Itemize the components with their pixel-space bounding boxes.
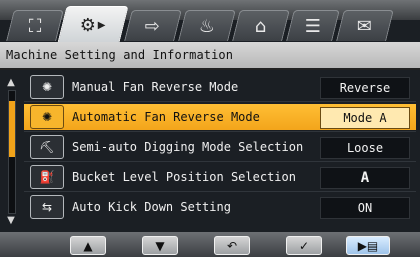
list-item-auto-fan[interactable]: ✺ Automatic Fan Reverse Mode Mode A (24, 104, 416, 130)
machine-icon: ⌂ (255, 15, 267, 37)
scroll-thumb[interactable] (9, 101, 15, 157)
list-item-label: Automatic Fan Reverse Mode (72, 110, 260, 124)
divider (24, 161, 416, 162)
kick-down-icon: ⇆ (30, 195, 64, 219)
tab-machine[interactable]: ⌂ (232, 10, 290, 41)
leaf-icon: ⛶ (28, 15, 42, 37)
up-icon: ▲ (83, 238, 93, 253)
bucket-level-icon: ⛽ (30, 165, 64, 189)
list-item-manual-fan[interactable]: ✺ Manual Fan Reverse Mode Reverse (24, 74, 416, 100)
list-item-label: Bucket Level Position Selection (72, 170, 296, 184)
down-button[interactable]: ▼ (142, 236, 178, 255)
settings-icon: ⚙ (79, 14, 97, 36)
divider (24, 101, 416, 102)
scroll-track[interactable] (8, 90, 16, 214)
back-icon: ↶ (226, 238, 238, 253)
list-item-value: ON (320, 197, 410, 219)
list-item-value: Mode A (320, 107, 410, 129)
next-icon: ▶▤ (357, 238, 379, 253)
check-icon: ✓ (298, 238, 310, 253)
machine-setting-screen: ⛶ ⚙ ▶ ⇨ ♨ ⌂ ☰ ✉ Machine Setting and Info… (0, 0, 420, 257)
list-icon: ☰ (304, 15, 321, 37)
next-screen-button[interactable]: ▶▤ (346, 236, 390, 255)
list-item-value: A (320, 167, 410, 189)
tab-leaf[interactable]: ⛶ (6, 10, 64, 41)
confirm-button[interactable]: ✓ (286, 236, 322, 255)
list-item-label: Auto Kick Down Setting (72, 200, 231, 214)
auto-fan-icon: ✺ (30, 105, 64, 129)
divider (24, 131, 416, 132)
scroll-down-icon[interactable]: ▼ (4, 214, 18, 226)
arrow-icon: ⇨ (145, 15, 161, 37)
header-bar: Machine Setting and Information (0, 42, 420, 70)
settings-list: ✺ Manual Fan Reverse Mode Reverse ✺ Auto… (24, 72, 416, 232)
heater-icon: ♨ (198, 15, 215, 37)
page-title: Machine Setting and Information (6, 48, 234, 62)
back-button[interactable]: ↶ (214, 236, 250, 255)
down-icon: ▼ (155, 238, 165, 253)
tab-arrow[interactable]: ⇨ (124, 10, 182, 41)
divider (24, 191, 416, 192)
up-button[interactable]: ▲ (70, 236, 106, 255)
tab-list[interactable]: ☰ (286, 10, 340, 41)
digging-icon: ⛏ (30, 135, 64, 159)
scrollbar[interactable]: ▲ ▼ (4, 76, 18, 226)
list-item-value: Reverse (320, 77, 410, 99)
scroll-up-icon[interactable]: ▲ (4, 76, 18, 88)
list-item-bucket-level[interactable]: ⛽ Bucket Level Position Selection A (24, 164, 416, 190)
list-item-semi-auto-digging[interactable]: ⛏ Semi-auto Digging Mode Selection Loose (24, 134, 416, 160)
footer-bar: ▲ ▼ ↶ ✓ ▶▤ (0, 232, 420, 257)
list-item-auto-kick-down[interactable]: ⇆ Auto Kick Down Setting ON (24, 194, 416, 220)
tab-indicator: ▶ (98, 19, 106, 31)
list-item-value: Loose (320, 137, 410, 159)
mail-icon: ✉ (357, 15, 373, 37)
list-item-label: Manual Fan Reverse Mode (72, 80, 239, 94)
tab-settings[interactable]: ⚙ ▶ (57, 6, 129, 43)
tab-heater[interactable]: ♨ (178, 10, 236, 41)
tab-mail[interactable]: ✉ (336, 10, 394, 41)
tab-bar: ⛶ ⚙ ▶ ⇨ ♨ ⌂ ☰ ✉ (4, 4, 416, 43)
fan-icon: ✺ (30, 75, 64, 99)
list-item-label: Semi-auto Digging Mode Selection (72, 140, 304, 154)
